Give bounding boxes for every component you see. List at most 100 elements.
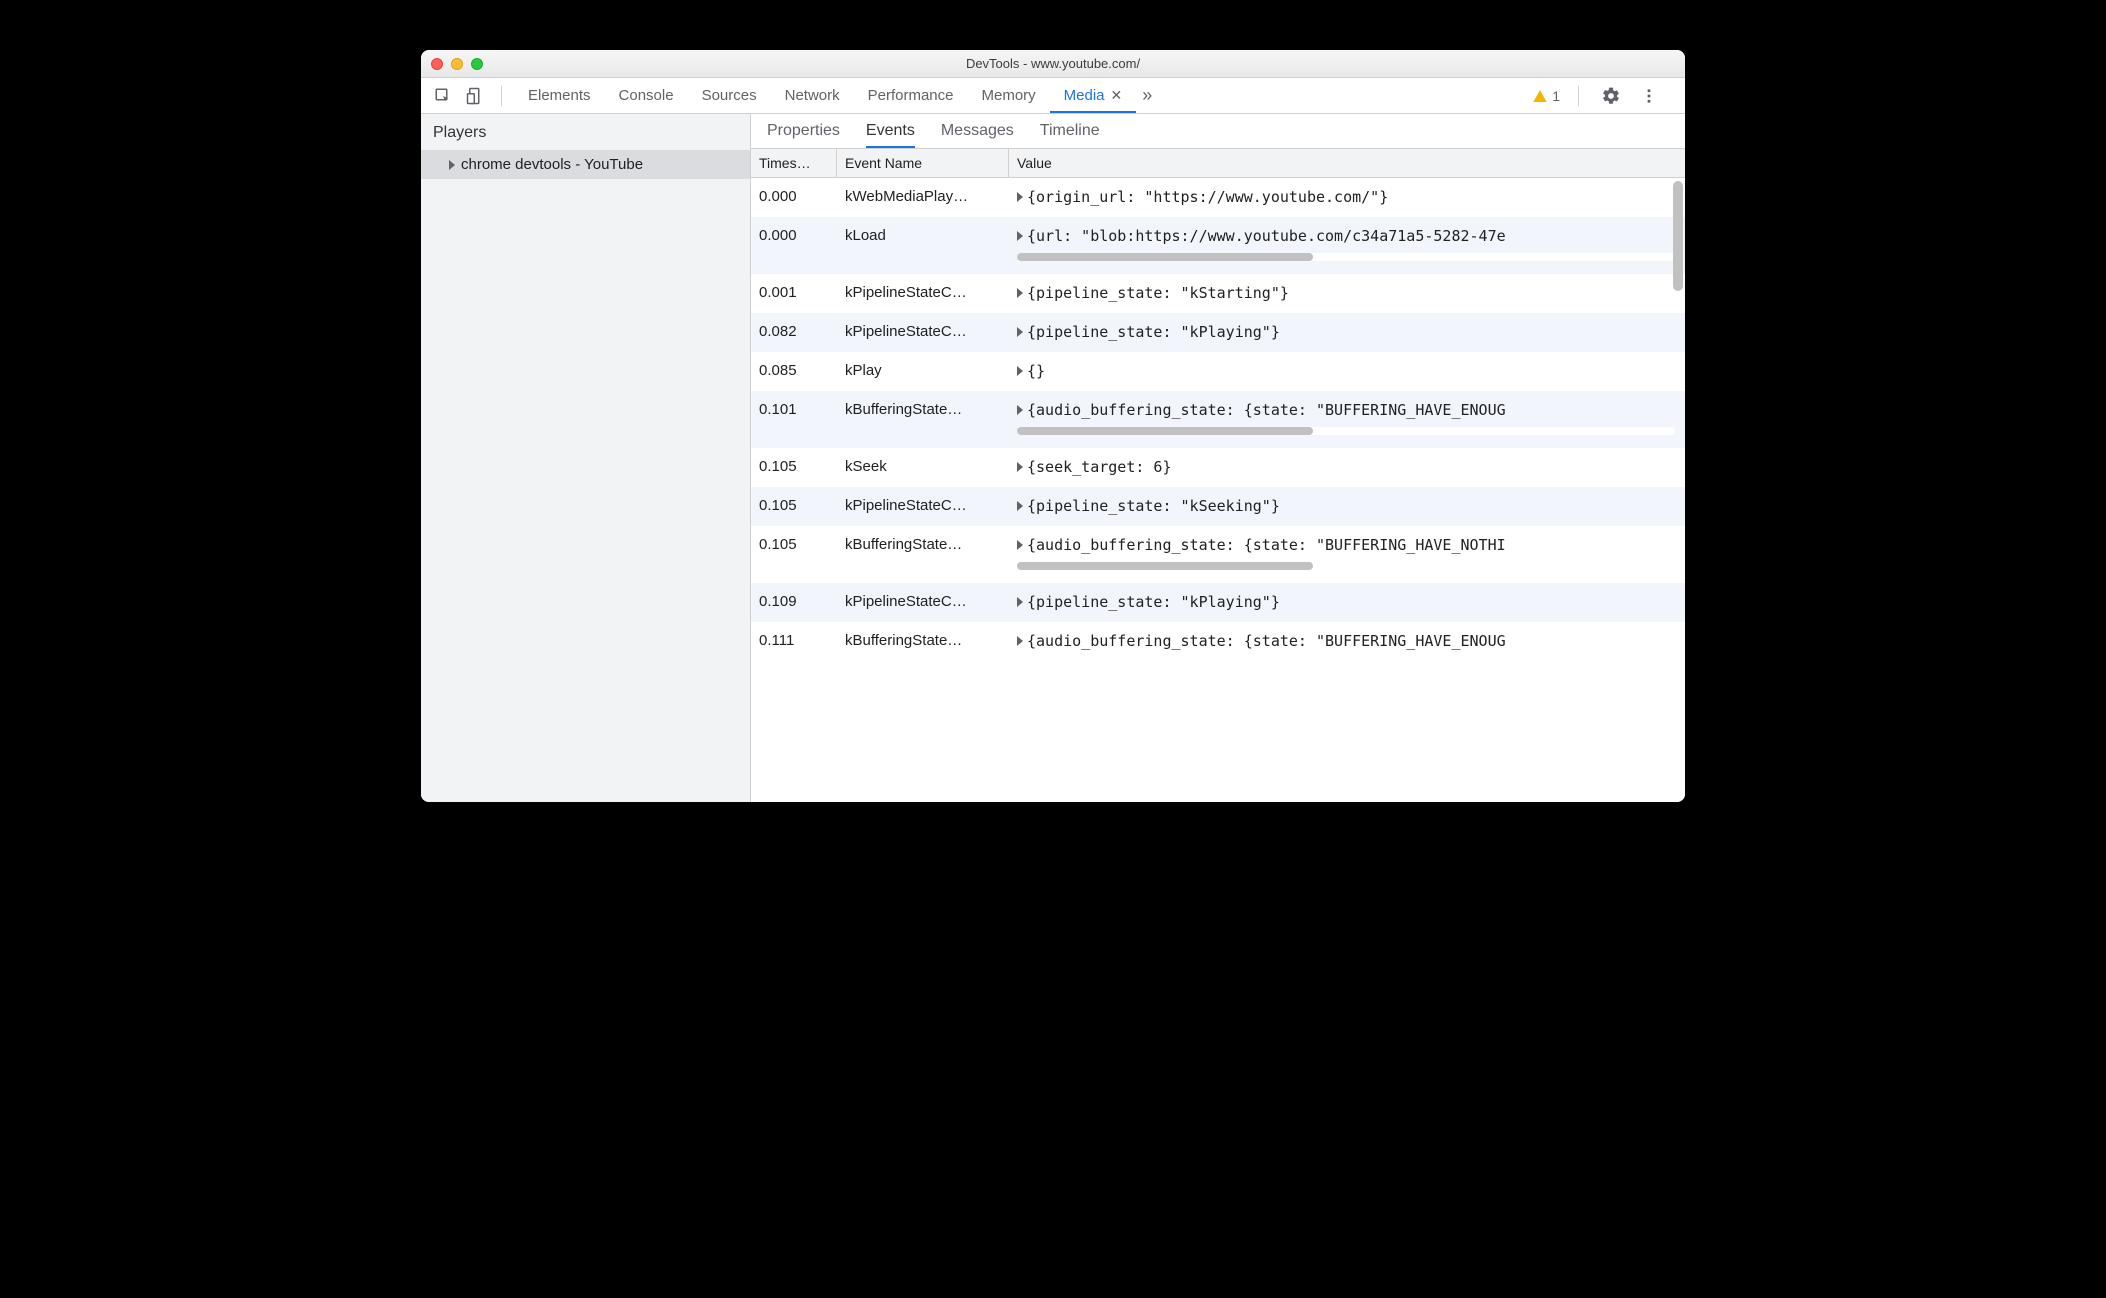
value-text: {seek_target: 6}: [1027, 458, 1172, 476]
expand-icon[interactable]: [1017, 540, 1023, 550]
vertical-scrollbar[interactable]: [1673, 181, 1683, 291]
tab-media-label: Media: [1064, 87, 1105, 104]
horizontal-scrollbar[interactable]: [1017, 253, 1675, 261]
table-header-row: Times… Event Name Value: [751, 149, 1685, 178]
table-row[interactable]: 0.101kBufferingState…{audio_buffering_st…: [751, 391, 1685, 448]
cell-timestamp: 0.111: [751, 622, 837, 659]
cell-timestamp: 0.001: [751, 274, 837, 311]
table-row[interactable]: 0.105kSeek{seek_target: 6}: [751, 448, 1685, 487]
table-body[interactable]: 0.000kWebMediaPlay… {origin_url: "https:/…: [751, 178, 1685, 801]
tab-sources[interactable]: Sources: [688, 78, 771, 113]
table-row[interactable]: 0.109kPipelineStateC…{pipeline_state: "k…: [751, 583, 1685, 622]
subtab-events[interactable]: Events: [866, 122, 915, 148]
cell-event-name: kPipelineStateC…: [837, 583, 1009, 620]
player-item[interactable]: chrome devtools - YouTube: [421, 150, 750, 179]
window-minimize-button[interactable]: [451, 58, 463, 70]
expand-icon[interactable]: [1017, 192, 1023, 202]
sidebar-title: Players: [421, 114, 750, 150]
devtools-window: DevTools - www.youtube.com/ Elements Con…: [421, 50, 1685, 802]
cell-value: {url: "blob:https://www.youtube.com/c34a…: [1009, 217, 1685, 273]
window-close-button[interactable]: [431, 58, 443, 70]
table-row[interactable]: 0.105kBufferingState…{audio_buffering_st…: [751, 526, 1685, 583]
settings-icon[interactable]: [1597, 82, 1625, 110]
table-row[interactable]: 0.000kWebMediaPlay…{origin_url: "https:/…: [751, 178, 1685, 217]
expand-icon[interactable]: [1017, 462, 1023, 472]
expand-icon[interactable]: [1017, 231, 1023, 241]
tab-performance[interactable]: Performance: [854, 78, 968, 113]
cell-value: {audio_buffering_state: {state: "BUFFERI…: [1009, 622, 1685, 660]
value-text: {pipeline_state: "kSeeking"}: [1027, 497, 1280, 515]
value-text: {audio_buffering_state: {state: "BUFFERI…: [1027, 401, 1506, 419]
value-text: {url: "blob:https://www.youtube.com/c34a…: [1027, 227, 1506, 245]
cell-value: {seek_target: 6}: [1009, 448, 1685, 486]
horizontal-scrollbar[interactable]: [1017, 427, 1675, 435]
main-panel: Properties Events Messages Timeline Time…: [751, 114, 1685, 802]
table-row[interactable]: 0.001kPipelineStateC…{pipeline_state: "k…: [751, 274, 1685, 313]
cell-event-name: kPlay: [837, 352, 1009, 389]
expand-icon[interactable]: [1017, 501, 1023, 511]
toolbar-right: 1: [1532, 82, 1677, 110]
inspect-element-icon[interactable]: [429, 82, 457, 110]
expand-icon: [449, 160, 455, 170]
expand-icon[interactable]: [1017, 288, 1023, 298]
value-text: {}: [1027, 362, 1045, 380]
table-row[interactable]: 0.105kPipelineStateC…{pipeline_state: "k…: [751, 487, 1685, 526]
cell-timestamp: 0.000: [751, 217, 837, 254]
cell-value: {audio_buffering_state: {state: "BUFFERI…: [1009, 391, 1685, 447]
value-text: {pipeline_state: "kPlaying"}: [1027, 323, 1280, 341]
warning-icon: [1532, 88, 1548, 104]
cell-value: {pipeline_state: "kPlaying"}: [1009, 313, 1685, 351]
table-row[interactable]: 0.085kPlay {}: [751, 352, 1685, 391]
expand-icon[interactable]: [1017, 405, 1023, 415]
toolbar-separator: [501, 86, 502, 106]
th-value[interactable]: Value: [1009, 149, 1685, 177]
window-zoom-button[interactable]: [471, 58, 483, 70]
device-toolbar-icon[interactable]: [461, 82, 489, 110]
subtab-messages[interactable]: Messages: [941, 122, 1014, 148]
table-row[interactable]: 0.082kPipelineStateC…{pipeline_state: "k…: [751, 313, 1685, 352]
value-text: {origin_url: "https://www.youtube.com/"}: [1027, 188, 1388, 206]
cell-timestamp: 0.085: [751, 352, 837, 389]
tab-network[interactable]: Network: [771, 78, 854, 113]
cell-timestamp: 0.082: [751, 313, 837, 350]
cell-value: {pipeline_state: "kStarting"}: [1009, 274, 1685, 312]
more-tabs-icon[interactable]: »: [1136, 82, 1158, 110]
close-icon[interactable]: ✕: [1111, 87, 1123, 104]
cell-value: {}: [1009, 352, 1685, 390]
cell-event-name: kSeek: [837, 448, 1009, 485]
window-title: DevTools - www.youtube.com/: [421, 56, 1685, 71]
warnings-indicator[interactable]: 1: [1532, 88, 1560, 104]
expand-icon[interactable]: [1017, 636, 1023, 646]
content-area: Players chrome devtools - YouTube Proper…: [421, 114, 1685, 802]
warning-count: 1: [1552, 88, 1560, 104]
th-event-name[interactable]: Event Name: [837, 149, 1009, 177]
main-toolbar: Elements Console Sources Network Perform…: [421, 78, 1685, 114]
expand-icon[interactable]: [1017, 597, 1023, 607]
cell-value: {pipeline_state: "kPlaying"}: [1009, 583, 1685, 621]
titlebar: DevTools - www.youtube.com/: [421, 50, 1685, 78]
value-text: {audio_buffering_state: {state: "BUFFERI…: [1027, 536, 1506, 554]
cell-value: {origin_url: "https://www.youtube.com/"}: [1009, 178, 1685, 216]
cell-timestamp: 0.109: [751, 583, 837, 620]
tab-console[interactable]: Console: [605, 78, 688, 113]
cell-event-name: kBufferingState…: [837, 622, 1009, 659]
kebab-menu-icon[interactable]: [1635, 82, 1663, 110]
table-row[interactable]: 0.000kLoad{url: "blob:https://www.youtub…: [751, 217, 1685, 274]
expand-icon[interactable]: [1017, 366, 1023, 376]
cell-event-name: kWebMediaPlay…: [837, 178, 1009, 215]
expand-icon[interactable]: [1017, 327, 1023, 337]
table-row[interactable]: 0.111kBufferingState… {audio_buffering_st…: [751, 622, 1685, 661]
tab-media[interactable]: Media ✕: [1050, 78, 1137, 113]
cell-value: {pipeline_state: "kSeeking"}: [1009, 487, 1685, 525]
subtab-properties[interactable]: Properties: [767, 122, 840, 148]
media-subtabs: Properties Events Messages Timeline: [751, 114, 1685, 149]
value-text: {audio_buffering_state: {state: "BUFFERI…: [1027, 632, 1506, 650]
cell-value: {audio_buffering_state: {state: "BUFFERI…: [1009, 526, 1685, 582]
tab-memory[interactable]: Memory: [968, 78, 1050, 113]
cell-event-name: kBufferingState…: [837, 526, 1009, 563]
th-timestamp[interactable]: Times…: [751, 149, 837, 177]
subtab-timeline[interactable]: Timeline: [1040, 122, 1100, 148]
tab-elements[interactable]: Elements: [514, 78, 605, 113]
horizontal-scrollbar[interactable]: [1017, 562, 1675, 570]
cell-event-name: kPipelineStateC…: [837, 274, 1009, 311]
